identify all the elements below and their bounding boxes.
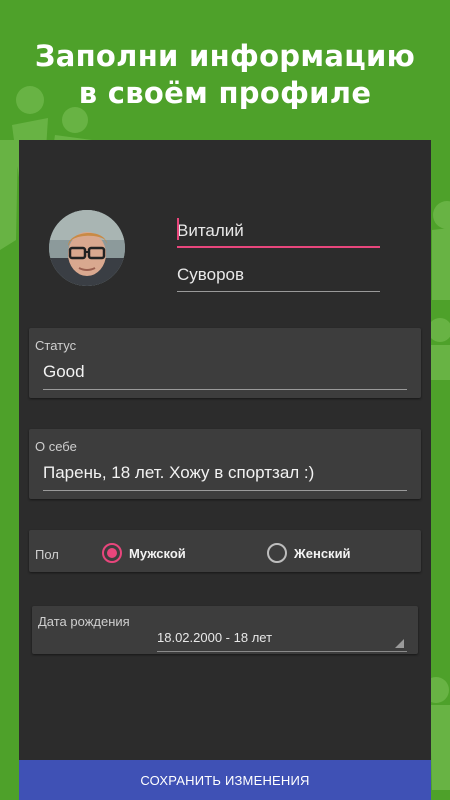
status-card: Статус Good [29, 328, 421, 398]
save-changes-button[interactable]: СОХРАНИТЬ ИЗМЕНЕНИЯ [19, 760, 431, 800]
gender-label: Пол [35, 547, 59, 562]
gender-male-label: Мужской [129, 545, 186, 561]
radio-checked-icon [102, 543, 122, 563]
profile-screen: Виталий Суворов Статус Good О себе Парен… [19, 140, 431, 800]
about-value: Парень, 18 лет. Хожу в спортзал :) [43, 463, 315, 482]
headline: Заполни информацию в своём профиле [0, 38, 450, 112]
birthdate-value: 18.02.2000 - 18 лет [157, 630, 273, 645]
dropdown-arrow-icon [395, 639, 404, 648]
status-label: Статус [35, 338, 77, 353]
last-name-value: Суворов [177, 265, 245, 284]
gender-female-radio[interactable]: Женский [267, 543, 351, 563]
avatar-photo-icon [49, 210, 125, 286]
birthdate-label: Дата рождения [38, 614, 130, 629]
first-name-value: Виталий [177, 221, 244, 240]
last-name-field[interactable]: Суворов [177, 260, 380, 292]
about-label: О себе [35, 439, 77, 454]
gender-male-radio[interactable]: Мужской [102, 543, 186, 563]
about-card: О себе Парень, 18 лет. Хожу в спортзал :… [29, 429, 421, 499]
avatar[interactable] [49, 210, 125, 286]
birthdate-card: Дата рождения 18.02.2000 - 18 лет [32, 606, 418, 654]
about-input[interactable]: Парень, 18 лет. Хожу в спортзал :) [43, 463, 407, 491]
status-value: Good [43, 362, 85, 381]
gender-card: Пол Мужской Женский [29, 530, 421, 572]
text-cursor [177, 218, 179, 240]
status-input[interactable]: Good [43, 362, 407, 390]
first-name-field[interactable]: Виталий [177, 216, 380, 248]
gender-female-label: Женский [294, 545, 351, 561]
headline-line-2: в своём профиле [78, 76, 372, 110]
save-changes-label: СОХРАНИТЬ ИЗМЕНЕНИЯ [140, 772, 310, 788]
headline-line-1: Заполни информацию [34, 39, 416, 73]
radio-unchecked-icon [267, 543, 287, 563]
birthdate-select[interactable]: 18.02.2000 - 18 лет [157, 628, 407, 652]
